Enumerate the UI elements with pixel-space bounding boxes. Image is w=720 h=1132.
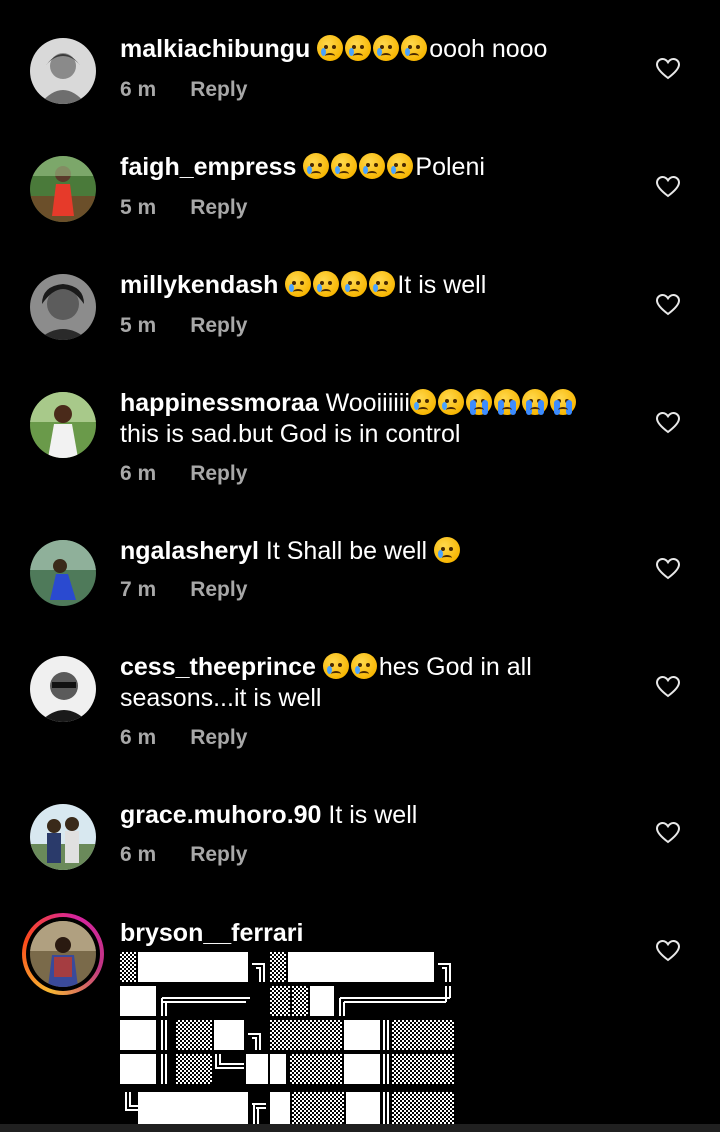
crying-face-icon	[387, 153, 414, 179]
avatar-icon	[30, 921, 96, 987]
comment-username[interactable]: malkiachibungu	[120, 35, 310, 63]
loudly-crying-face-icon	[521, 389, 548, 415]
comment-text: happinessmoraa Wooiiiiii this is sad.but…	[120, 388, 620, 450]
comment-username[interactable]: faigh_empress	[120, 153, 296, 181]
crying-face-icon	[434, 537, 461, 563]
comment-meta: 6 m Reply	[120, 843, 247, 867]
comment-text: ngalasheryl It Shall be well	[120, 536, 620, 567]
reply-button[interactable]: Reply	[190, 314, 247, 337]
crying-face-icon	[359, 153, 386, 179]
heart-outline-icon[interactable]	[656, 294, 680, 316]
comment-body: It is well	[397, 271, 487, 299]
story-ring[interactable]	[22, 913, 104, 995]
crying-face-icon	[350, 653, 377, 679]
crying-face-icon	[369, 271, 396, 297]
heart-outline-icon[interactable]	[656, 822, 680, 844]
comment-username[interactable]: happinessmoraa	[120, 389, 319, 417]
reply-button[interactable]: Reply	[190, 196, 247, 219]
avatar-icon[interactable]	[30, 804, 96, 870]
comment-body: hes God in all	[378, 653, 532, 681]
loudly-crying-face-icon	[493, 389, 520, 415]
comment-username[interactable]: cess_theeprince	[120, 653, 316, 681]
crying-face-icon	[345, 35, 372, 61]
comment-body: this is sad.but God is in control	[120, 420, 461, 448]
comment-time: 6 m	[120, 462, 157, 485]
crying-face-icon	[303, 153, 330, 179]
comment-body-prefix: It Shall be well	[258, 537, 435, 565]
crying-face-icon	[285, 271, 312, 297]
comment-body: Poleni	[415, 153, 485, 181]
comment-time: 7 m	[120, 578, 157, 601]
comment-body-prefix: Wooiiiiii	[318, 389, 410, 417]
comment-time: 6 m	[120, 843, 157, 866]
heart-outline-icon[interactable]	[656, 412, 680, 434]
crying-face-icon	[322, 653, 349, 679]
comment-text: malkiachibungu oooh nooo	[120, 34, 620, 65]
crying-face-icon	[409, 389, 436, 415]
comment-text: faigh_empress Poleni	[120, 152, 620, 183]
heart-outline-icon[interactable]	[656, 58, 680, 80]
crying-face-icon	[331, 153, 358, 179]
comment-username[interactable]: bryson__ferrari	[120, 919, 303, 947]
avatar-icon[interactable]	[30, 540, 96, 606]
reply-button[interactable]: Reply	[190, 843, 247, 866]
comment-text: millykendash It is well	[120, 270, 620, 301]
comment-meta: 6 m Reply	[120, 726, 247, 750]
crying-face-icon	[341, 271, 368, 297]
comment-time: 6 m	[120, 726, 157, 749]
comment-username[interactable]: grace.muhoro.90	[120, 801, 321, 829]
loudly-crying-face-icon	[465, 389, 492, 415]
comment-body: oooh nooo	[429, 35, 548, 63]
comment-username[interactable]: ngalasheryl	[120, 537, 259, 565]
comment-body-prefix: It is well	[321, 801, 418, 829]
crying-face-icon	[373, 35, 400, 61]
comment-meta: 5 m Reply	[120, 314, 247, 338]
comment-meta: 6 m Reply	[120, 462, 247, 486]
comment-time: 5 m	[120, 196, 157, 219]
reply-button[interactable]: Reply	[190, 462, 247, 485]
crying-face-icon	[317, 35, 344, 61]
reply-button[interactable]: Reply	[190, 78, 247, 101]
comment-text: cess_theeprince hes God in all seasons..…	[120, 652, 620, 714]
heart-outline-icon[interactable]	[656, 558, 680, 580]
heart-outline-icon[interactable]	[656, 676, 680, 698]
box-drawing-art	[120, 952, 454, 1124]
avatar-icon[interactable]	[30, 156, 96, 222]
heart-outline-icon[interactable]	[656, 940, 680, 962]
comment-meta: 6 m Reply	[120, 78, 247, 102]
comment-time: 6 m	[120, 78, 157, 101]
crying-face-icon	[401, 35, 428, 61]
comment-username[interactable]: millykendash	[120, 271, 278, 299]
bottom-edge-bar	[0, 1124, 720, 1132]
avatar-icon[interactable]	[30, 656, 96, 722]
avatar-icon[interactable]	[30, 38, 96, 104]
avatar-icon[interactable]	[30, 392, 96, 458]
reply-button[interactable]: Reply	[190, 578, 247, 601]
comment-body-line2: seasons...it is well	[120, 684, 322, 712]
crying-face-icon	[437, 389, 464, 415]
loudly-crying-face-icon	[549, 389, 576, 415]
comment-meta: 5 m Reply	[120, 196, 247, 220]
comment-text: bryson__ferrari	[120, 918, 620, 949]
avatar-icon[interactable]	[30, 274, 96, 340]
reply-button[interactable]: Reply	[190, 726, 247, 749]
comment-text: grace.muhoro.90 It is well	[120, 800, 620, 831]
comment-meta: 7 m Reply	[120, 578, 247, 602]
heart-outline-icon[interactable]	[656, 176, 680, 198]
crying-face-icon	[313, 271, 340, 297]
comment-time: 5 m	[120, 314, 157, 337]
